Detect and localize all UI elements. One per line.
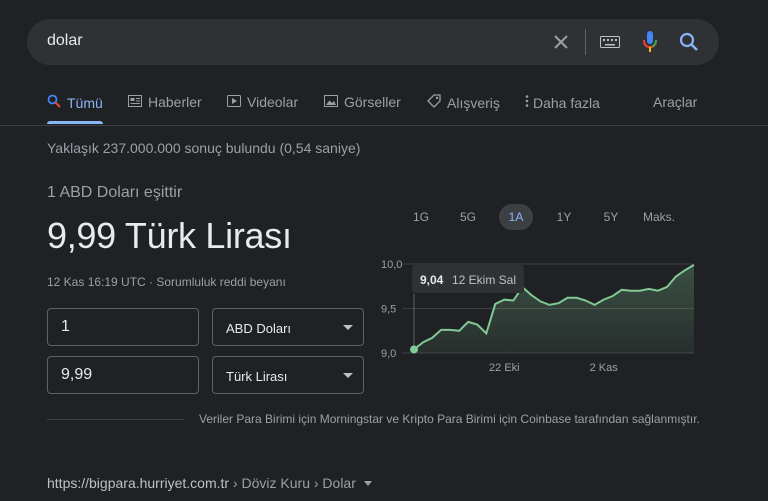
tab-shopping[interactable]: Alışveriş [427,94,500,111]
to-amount-input[interactable]: 9,99 [47,356,199,394]
y-tick-label: 10,0 [381,259,402,271]
tab-news[interactable]: Haberler [128,94,202,110]
converter-timestamp: 12 Kas 16:19 UTC · Sorumluluk reddi beya… [47,275,286,289]
y-tick-label: 9,5 [381,304,396,316]
converter-result: 9,99 Türk Lirası [47,215,292,256]
search-input[interactable]: dolar [47,32,83,50]
tooltip-date: 12 Ekim Sal [452,273,516,287]
chevron-down-icon [343,325,353,330]
keyboard-icon[interactable] [598,19,622,65]
clear-icon[interactable] [549,19,573,65]
more-vert-icon [524,94,530,111]
tooltip-value: 9,04 [420,273,444,287]
range-1m[interactable]: 1A [499,204,533,230]
news-icon [128,94,142,110]
range-5d[interactable]: 5G [452,204,484,230]
result-breadcrumb: › Döviz Kuru › Dolar [229,475,356,491]
tools-button[interactable]: Araçlar [653,94,697,110]
result-domain: https://bigpara.hurriyet.com.tr [47,475,230,491]
microphone-icon[interactable] [638,19,662,65]
video-icon [227,94,241,110]
to-currency-select[interactable]: Türk Lirası [212,356,364,394]
range-1y[interactable]: 1Y [548,204,580,230]
active-tab-indicator [47,121,103,124]
from-amount-input[interactable]: 1 [47,308,199,346]
result-stats: Yaklaşık 237.000.000 sonuç bulundu (0,54… [47,140,361,156]
search-bar[interactable]: dolar [27,19,719,65]
tab-all[interactable]: Tümü [47,94,103,111]
image-icon [324,94,338,110]
range-max[interactable]: Maks. [640,204,678,230]
tab-images[interactable]: Görseller [324,94,401,110]
y-tick-label: 9,0 [381,348,396,360]
chevron-down-icon [343,373,353,378]
exchange-rate-chart[interactable]: 10,0 9,5 9,0 22 Eki 2 Kas 9,04 12 Ekim Sal [372,252,702,378]
search-icon [47,94,61,111]
tag-icon [427,94,441,111]
x-tick-label: 2 Kas [590,362,619,374]
converter-equals-text: 1 ABD Doları eşittir [47,184,183,201]
chevron-down-icon[interactable] [364,481,372,486]
tab-more[interactable]: Daha fazla [524,94,600,111]
chart-hover-point [410,345,418,354]
search-tabs: Tümü Haberler Videolar Görseller Alışver… [0,88,768,126]
divider [47,419,184,420]
x-tick-label: 22 Eki [489,362,520,374]
chart-tooltip: 9,04 12 Ekim Sal [412,265,524,293]
search-icon[interactable] [677,19,701,65]
from-currency-select[interactable]: ABD Doları [212,308,364,346]
search-divider [585,29,586,55]
range-5y[interactable]: 5Y [595,204,627,230]
data-attribution: Veriler Para Birimi için Morningstar ve … [199,412,700,426]
result-url[interactable]: https://bigpara.hurriyet.com.tr › Döviz … [47,475,356,491]
range-1d[interactable]: 1G [405,204,437,230]
tab-videos[interactable]: Videolar [227,94,298,110]
